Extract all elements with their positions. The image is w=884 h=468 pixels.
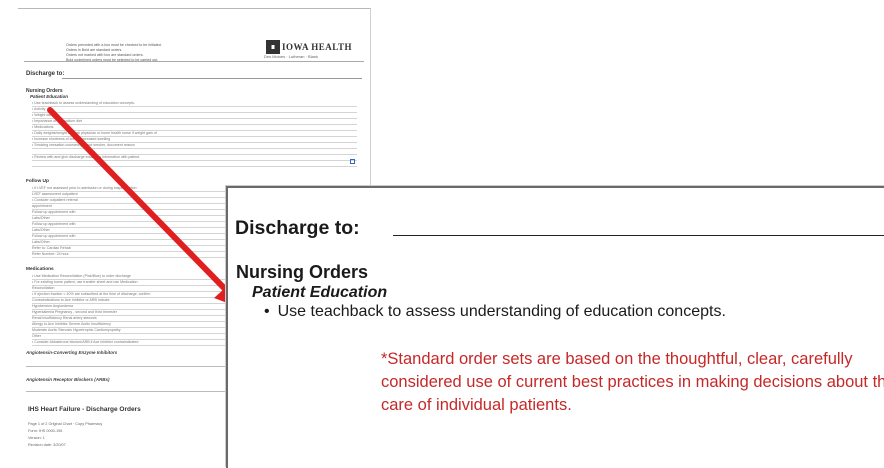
zoom-discharge-line bbox=[393, 235, 884, 236]
zoom-bullet-text: Use teachback to assess understanding of… bbox=[277, 303, 726, 320]
zoom-nursing-orders-heading: Nursing Orders bbox=[236, 262, 369, 282]
standard-order-note: *Standard order sets are based on the th… bbox=[381, 350, 884, 414]
bullet-icon: • bbox=[264, 303, 270, 320]
zoom-education-bullet: • Use teachback to assess understanding o… bbox=[264, 303, 726, 321]
zoomed-excerpt-panel: Discharge to: Nursing Orders Patient Edu… bbox=[226, 186, 884, 468]
zoom-discharge-label: Discharge to: bbox=[235, 217, 360, 239]
arrow-shaft bbox=[47, 107, 231, 295]
zoom-patient-education-heading: Patient Education bbox=[252, 284, 388, 301]
